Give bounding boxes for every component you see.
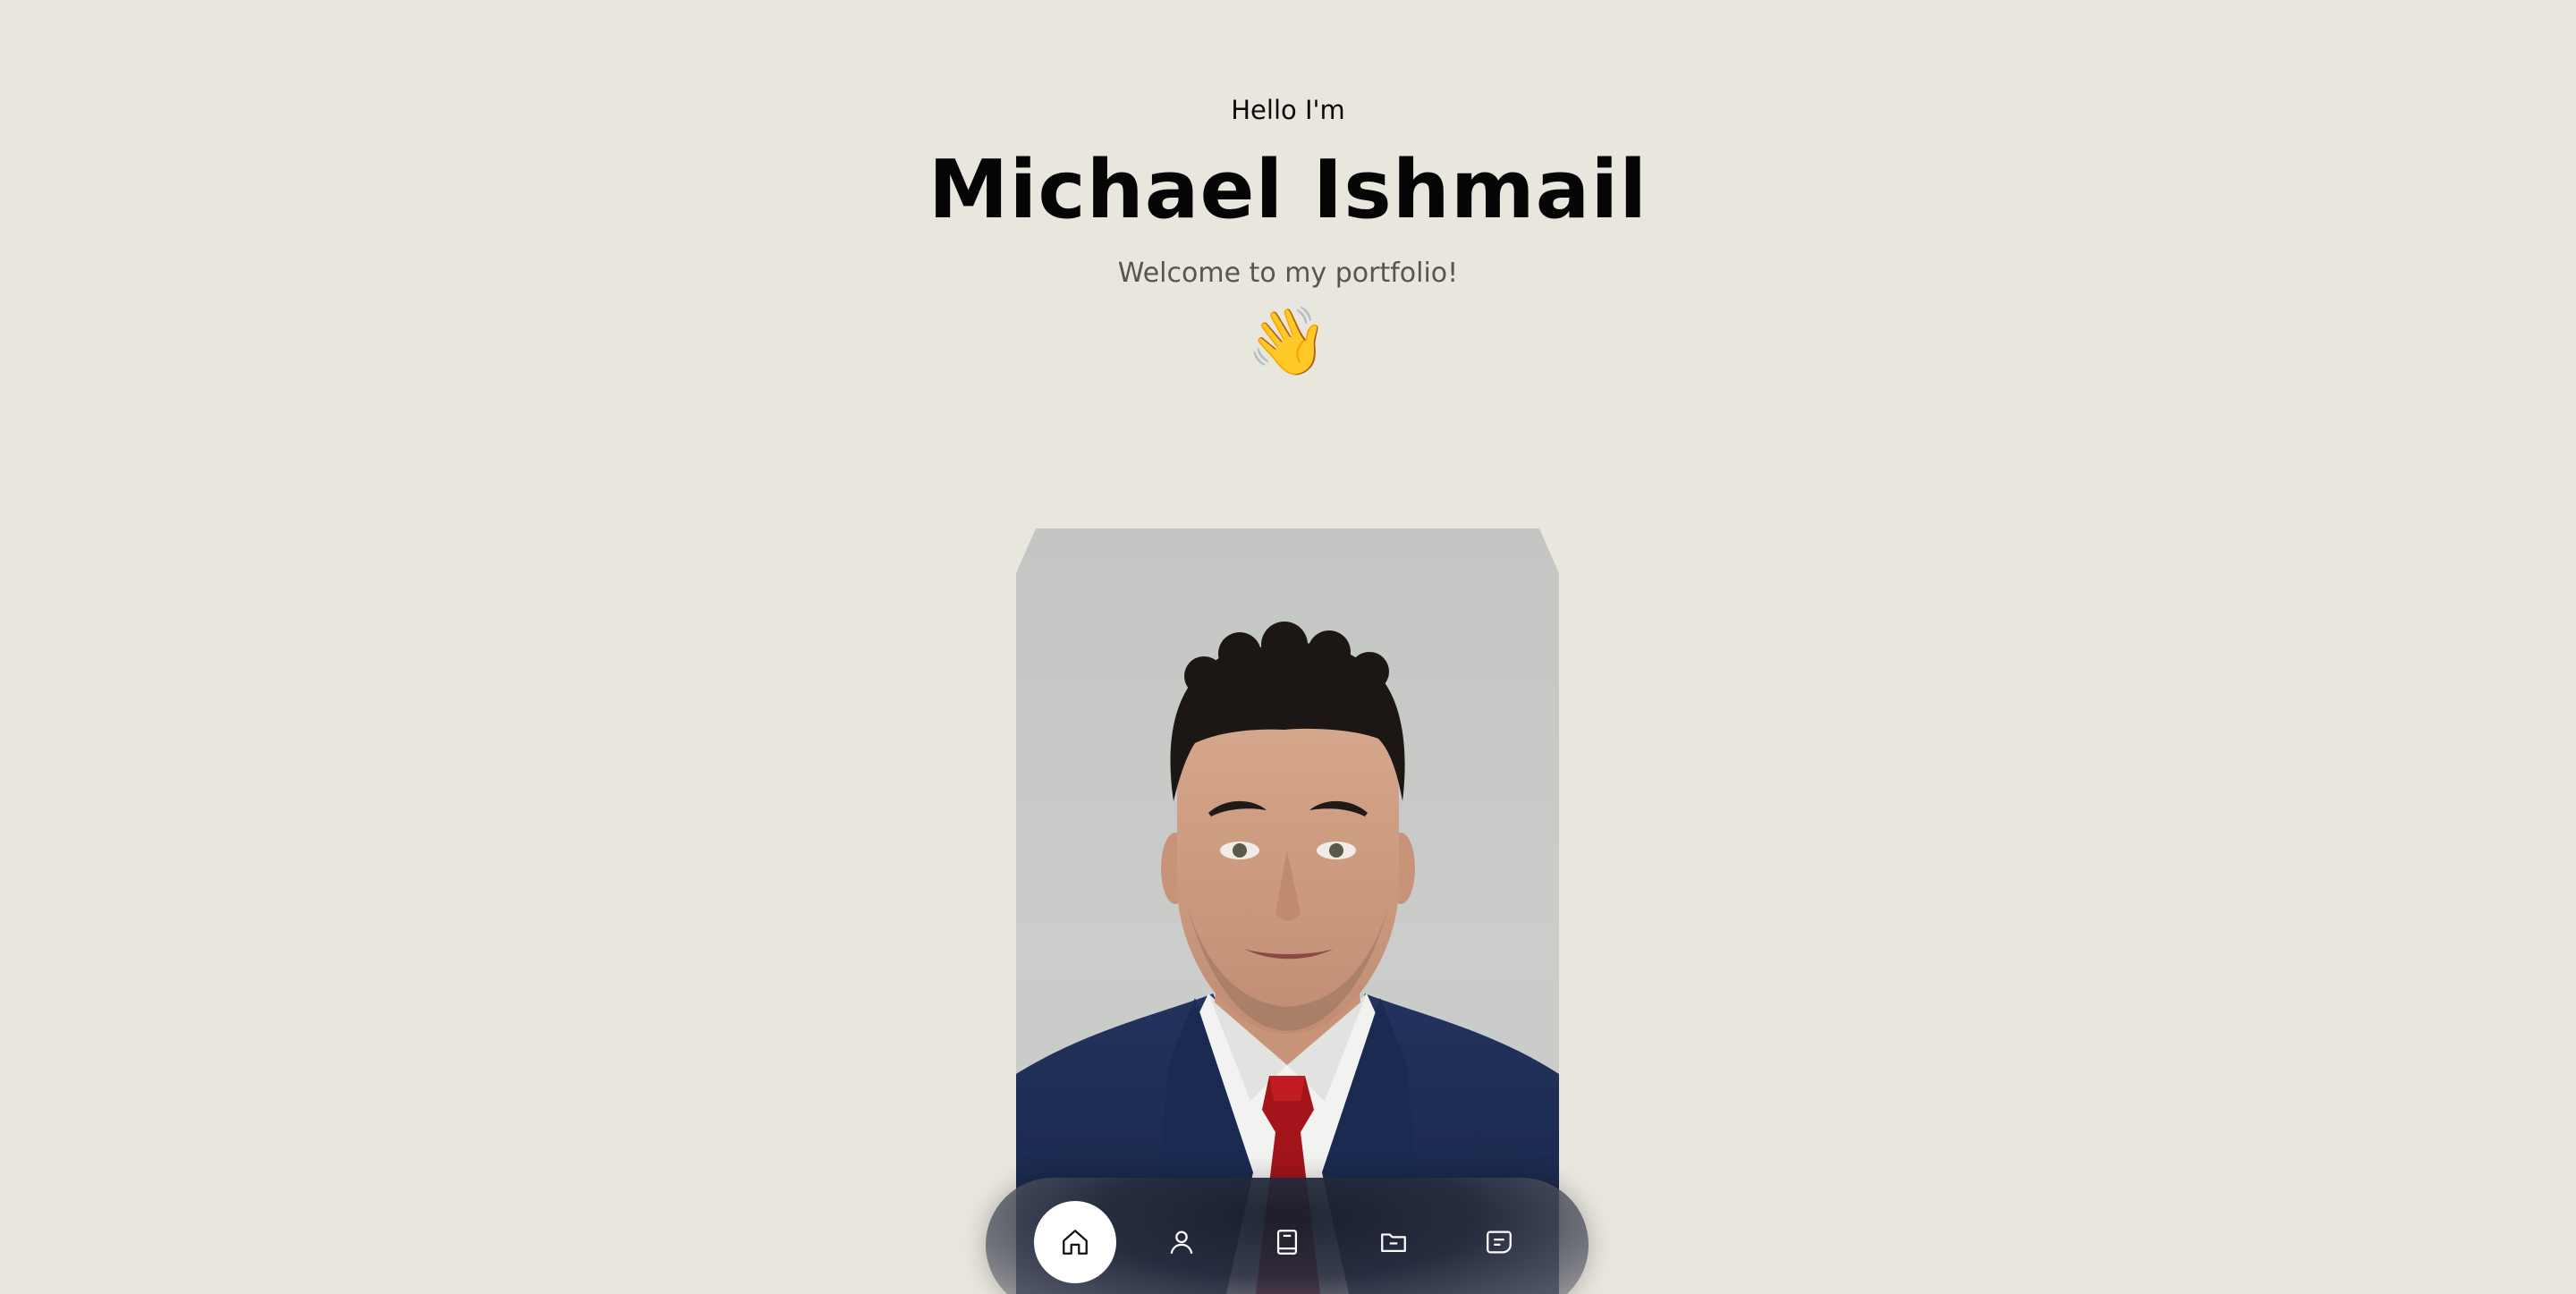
nav-home-button[interactable]: [1034, 1201, 1116, 1283]
bottom-nav: [986, 1178, 1589, 1294]
user-icon: [1170, 1231, 1193, 1255]
folder-icon: [1381, 1233, 1406, 1253]
book-icon: [1276, 1230, 1298, 1255]
nav-experience-button[interactable]: [1246, 1201, 1328, 1283]
message-icon: [1487, 1231, 1512, 1254]
portfolio-page: Hello I'm Michael Ishmail Welcome to my …: [0, 0, 2576, 1294]
waving-hand-icon: 👋: [1246, 303, 1330, 380]
tagline-text: Welcome to my portfolio!: [1117, 258, 1459, 289]
nav-about-button[interactable]: [1140, 1201, 1223, 1283]
page-title: Michael Ishmail: [928, 143, 1648, 237]
nav-contact-button[interactable]: [1458, 1201, 1540, 1283]
nav-projects-button[interactable]: [1352, 1201, 1435, 1283]
greeting-text: Hello I'm: [1231, 95, 1345, 125]
home-icon: [1063, 1230, 1088, 1255]
